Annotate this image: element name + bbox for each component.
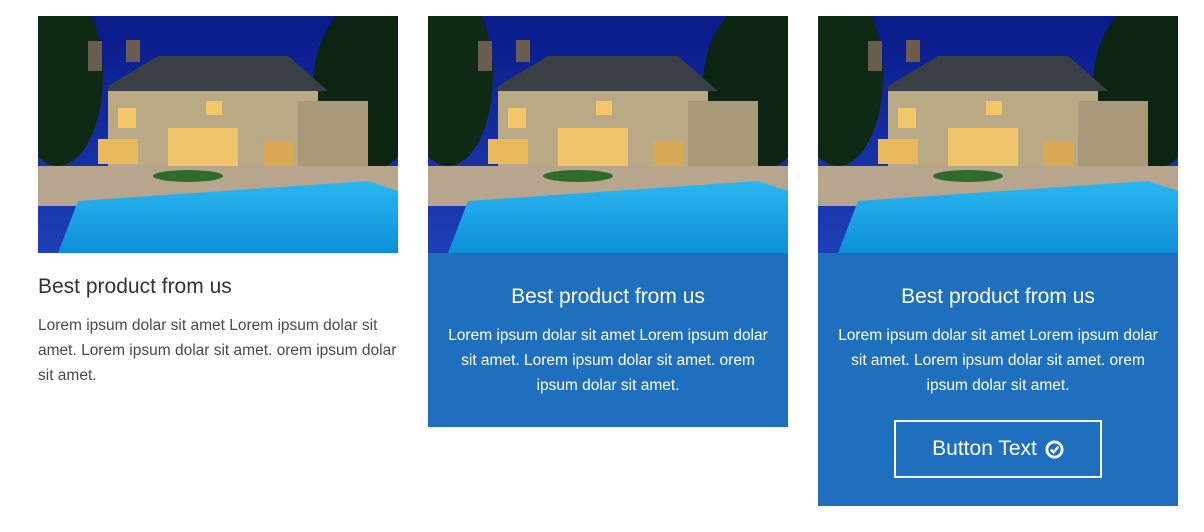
product-image: [428, 16, 788, 253]
product-card-1: Best product from us Lorem ipsum dolar s…: [38, 16, 398, 388]
card-title: Best product from us: [901, 285, 1095, 308]
product-card-2: Best product from us Lorem ipsum dolar s…: [428, 16, 788, 427]
product-image: [818, 16, 1178, 253]
card-description: Lorem ipsum dolar sit amet Lorem ipsum d…: [38, 317, 397, 384]
product-card-3: Best product from us Lorem ipsum dolar s…: [818, 16, 1178, 506]
card-blue-panel: Best product from us Lorem ipsum dolar s…: [428, 253, 788, 427]
card-description: Lorem ipsum dolar sit amet Lorem ipsum d…: [838, 327, 1158, 394]
card-blue-panel: Best product from us Lorem ipsum dolar s…: [818, 253, 1178, 506]
product-image: [38, 16, 398, 253]
cta-button-label: Button Text: [932, 437, 1037, 460]
card-title: Best product from us: [511, 285, 705, 308]
check-circle-icon: [1045, 439, 1064, 459]
cta-button[interactable]: Button Text: [894, 420, 1102, 478]
card-description: Lorem ipsum dolar sit amet Lorem ipsum d…: [448, 327, 768, 394]
card-title: Best product from us: [38, 275, 232, 298]
